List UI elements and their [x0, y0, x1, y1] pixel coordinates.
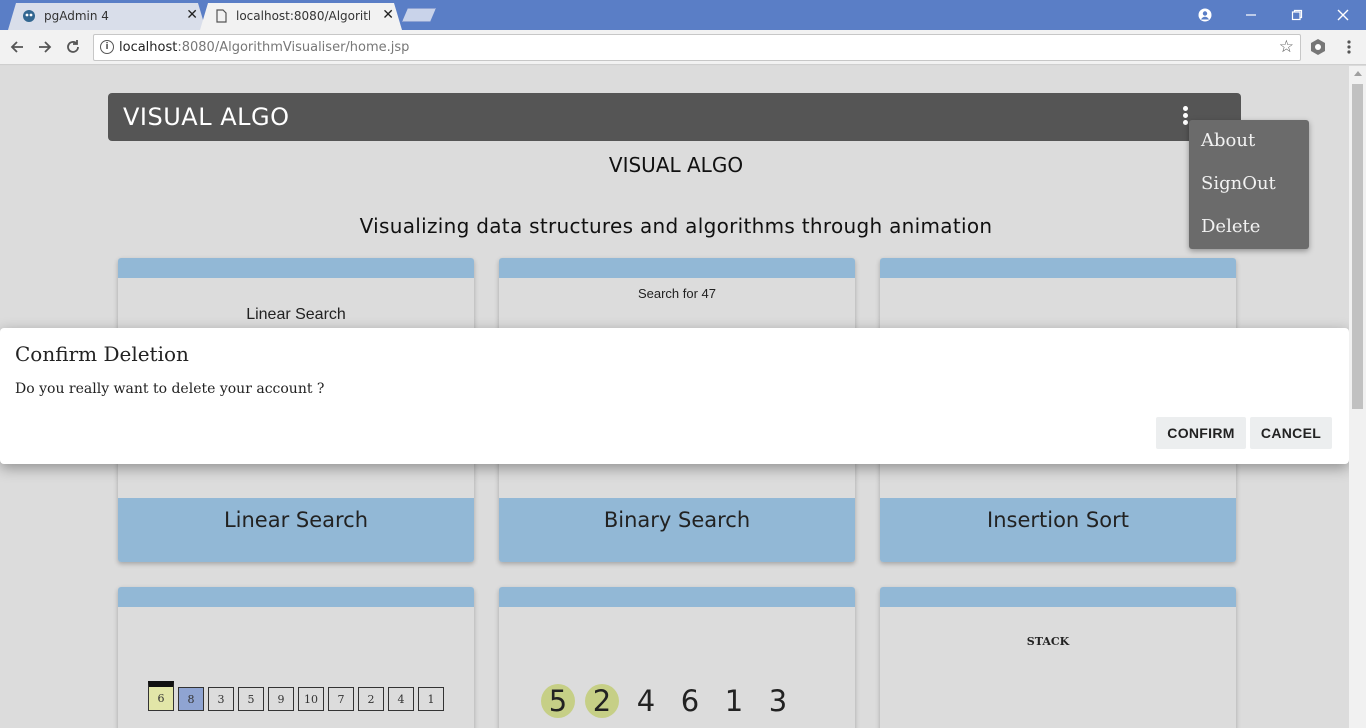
- scroll-up-icon[interactable]: [1354, 71, 1362, 76]
- scrollbar-thumb[interactable]: [1352, 84, 1363, 409]
- profile-icon[interactable]: [1182, 0, 1228, 30]
- confirm-deletion-modal: Confirm Deletion Do you really want to d…: [0, 328, 1349, 464]
- array-box: 6: [148, 681, 174, 711]
- menu-item-delete[interactable]: Delete: [1201, 216, 1260, 237]
- confirm-button[interactable]: CONFIRM: [1156, 417, 1246, 449]
- array-box: 2: [358, 687, 384, 711]
- minimize-icon[interactable]: [1228, 0, 1274, 30]
- page-scrollbar[interactable]: [1349, 66, 1366, 728]
- browser-menu-icon[interactable]: [1338, 36, 1360, 58]
- browser-toolbar: i localhost:8080/AlgorithmVisualiser/hom…: [0, 30, 1366, 65]
- account-dropdown-menu: About SignOut Delete: [1189, 120, 1309, 249]
- number-item: 5: [541, 684, 575, 718]
- restore-icon[interactable]: [1274, 0, 1320, 30]
- page-icon: [216, 9, 227, 23]
- card-bubble-preview[interactable]: 5 2 4 6 1 3: [499, 587, 855, 728]
- modal-message: Do you really want to delete your accoun…: [15, 381, 325, 397]
- number-item: 6: [680, 684, 700, 718]
- close-icon[interactable]: ✕: [382, 7, 394, 23]
- menu-item-about[interactable]: About: [1201, 130, 1255, 151]
- close-icon[interactable]: ✕: [186, 7, 198, 23]
- page-subtitle: Visualizing data structures and algorith…: [359, 214, 993, 238]
- array-box: 4: [388, 687, 414, 711]
- array-boxes: 6 8 3 5 9 10 7 2 4 1: [148, 681, 444, 711]
- reload-icon[interactable]: [62, 36, 84, 58]
- card-label: Insertion Sort: [987, 508, 1129, 532]
- brand-title[interactable]: VISUAL ALGO: [123, 103, 290, 131]
- array-box: 3: [208, 687, 234, 711]
- array-box: 9: [268, 687, 294, 711]
- array-box: 5: [238, 687, 264, 711]
- browser-tab-strip: pgAdmin 4 ✕ localhost:8080/Algorithm ✕: [0, 0, 1366, 30]
- menu-item-signout[interactable]: SignOut: [1201, 173, 1276, 194]
- tab-localhost[interactable]: localhost:8080/Algorithm ✕: [200, 3, 402, 30]
- page-viewport: VISUAL ALGO VISUAL ALGO Visualizing data…: [0, 66, 1349, 728]
- url-text: localhost:8080/AlgorithmVisualiser/home.…: [119, 40, 410, 55]
- card-label: Linear Search: [223, 508, 369, 532]
- array-box: 7: [328, 687, 354, 711]
- card-preview-title: Linear Search: [246, 306, 346, 323]
- new-tab-button[interactable]: [402, 8, 436, 22]
- elephant-icon: [23, 10, 35, 22]
- array-box: 10: [298, 687, 324, 711]
- array-box: 1: [418, 687, 444, 711]
- app-navbar: VISUAL ALGO: [108, 93, 1241, 141]
- card-preview-title: Search for 47: [637, 286, 717, 301]
- info-icon[interactable]: i: [100, 40, 114, 54]
- array-box: 8: [178, 687, 204, 711]
- number-item: 3: [768, 684, 788, 718]
- card-label: Binary Search: [603, 508, 751, 532]
- modal-title: Confirm Deletion: [15, 342, 189, 366]
- close-window-icon[interactable]: [1320, 0, 1366, 30]
- card-stack-preview[interactable]: STACK: [880, 587, 1236, 728]
- tab-pgadmin[interactable]: pgAdmin 4 ✕: [8, 3, 206, 30]
- forward-arrow-icon[interactable]: [34, 36, 56, 58]
- cancel-button[interactable]: CANCEL: [1250, 417, 1332, 449]
- card-sort-preview[interactable]: 6 8 3 5 9 10 7 2 4 1: [118, 587, 474, 728]
- tab-title: pgAdmin 4: [44, 9, 109, 23]
- page-title: VISUAL ALGO: [608, 153, 744, 177]
- address-bar[interactable]: i localhost:8080/AlgorithmVisualiser/hom…: [93, 34, 1301, 61]
- bookmark-star-icon[interactable]: ☆: [1279, 37, 1294, 57]
- back-arrow-icon[interactable]: [6, 36, 28, 58]
- number-item: 4: [636, 684, 656, 718]
- number-item: 1: [724, 684, 744, 718]
- number-item: 2: [585, 684, 619, 718]
- number-sequence: 5 2 4 6 1 3: [541, 684, 795, 718]
- extension-icon[interactable]: [1307, 36, 1329, 58]
- tab-title: localhost:8080/Algorithm: [236, 9, 370, 23]
- card-preview-title: STACK: [1026, 635, 1070, 648]
